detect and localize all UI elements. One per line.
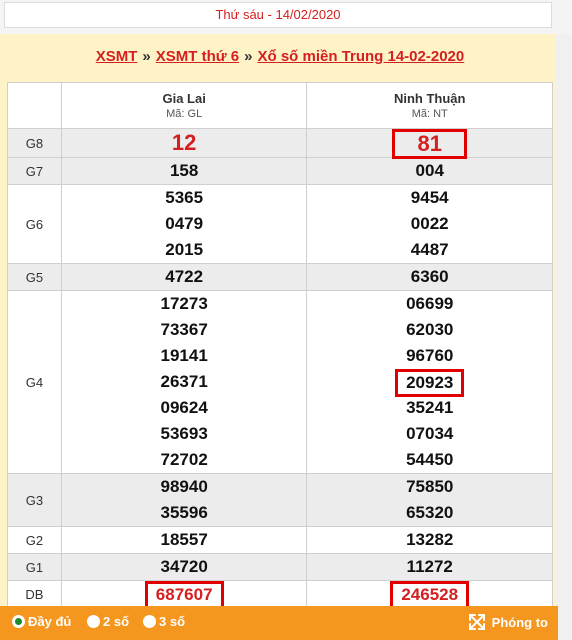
special-prize-number: 246528: [390, 581, 470, 609]
result-number: 73367: [160, 320, 208, 339]
result-number: 65320: [406, 503, 454, 522]
result-number: 4487: [410, 240, 449, 259]
option-label: 3 số: [159, 614, 186, 629]
province-header-gialai: Gia Lai Mã: GL: [60, 82, 308, 129]
radio-icon: [143, 615, 156, 628]
prize-label: G1: [7, 553, 62, 581]
table-header-row: Gia Lai Mã: GL Ninh Thuận Mã: NT: [7, 82, 553, 129]
draw-date: Thứ sáu - 14/02/2020: [4, 2, 552, 28]
result-number: 12: [171, 130, 197, 155]
prize-row-g6: G6 5365 0479 2015 9454 0022 4487: [7, 184, 553, 264]
prize-label: G6: [7, 184, 62, 264]
prize-row-g1: G1 34720 11272: [7, 553, 553, 581]
expand-icon: [468, 614, 485, 630]
option-label: Đầy đủ: [28, 614, 72, 629]
result-number: 19141: [160, 346, 208, 365]
result-number: 62030: [406, 320, 454, 339]
result-number: 4722: [165, 267, 204, 286]
option-full-radio[interactable]: Đầy đủ: [12, 614, 71, 629]
result-number: 98940: [160, 477, 208, 496]
result-number: 158: [169, 161, 199, 180]
prize-label: G8: [7, 128, 62, 158]
result-number: 0022: [410, 214, 449, 233]
prize-row-db: DB 687607 246528: [7, 580, 553, 609]
option-2digit-radio[interactable]: 2 số: [87, 614, 129, 629]
result-number: 6360: [410, 267, 449, 286]
result-number: 5365: [165, 188, 204, 207]
province-header-ninhthuan: Ninh Thuận Mã: NT: [306, 82, 553, 129]
breadcrumb-xsmt-friday-link[interactable]: XSMT thứ 6: [156, 48, 239, 65]
result-number: 75850: [406, 477, 454, 496]
radio-icon: [87, 615, 100, 628]
display-options-bar: Đầy đủ 2 số 3 số Phóng to: [0, 606, 558, 640]
highlighted-result-number: 20923: [395, 369, 465, 397]
prize-row-g8: G8 12 81: [7, 128, 553, 159]
result-number: 09624: [160, 398, 208, 417]
zoom-button[interactable]: Phóng to: [468, 613, 548, 631]
result-number: 9454: [410, 188, 449, 207]
breadcrumb-separator: »: [244, 48, 253, 65]
province-code: Mã: NT: [411, 108, 448, 120]
result-number: 0479: [165, 214, 204, 233]
province-code: Mã: GL: [166, 108, 203, 120]
result-number: 34720: [160, 557, 208, 576]
prize-label: G7: [7, 157, 62, 185]
result-number: 35241: [406, 398, 454, 417]
result-number: 18557: [160, 530, 208, 549]
result-number: 17273: [160, 294, 208, 313]
result-number: 004: [415, 161, 444, 180]
prize-label: G2: [7, 526, 62, 554]
result-number: 35596: [160, 503, 208, 522]
prize-label: G4: [7, 290, 62, 474]
result-number: 96760: [406, 346, 454, 365]
prize-row-g5: G5 4722 6360: [7, 263, 553, 291]
result-number: 53693: [160, 424, 208, 443]
breadcrumb: XSMT» XSMT thứ 6» Xổ số miền Trung 14-02-2…: [4, 40, 556, 76]
breadcrumb-date-link[interactable]: Xổ số miền Trung 14-02-2020: [257, 48, 464, 65]
page-scroll-gutter: [556, 34, 572, 640]
zoom-label: Phóng to: [491, 614, 548, 630]
prize-row-g2: G2 18557 13282: [7, 526, 553, 554]
highlighted-result-number: 81: [392, 129, 467, 159]
result-number: 06699: [406, 294, 454, 313]
result-number: 72702: [160, 450, 208, 469]
result-number: 07034: [406, 424, 454, 443]
result-number: 2015: [165, 240, 204, 259]
results-table: Gia Lai Mã: GL Ninh Thuận Mã: NT G8 12 8…: [7, 82, 553, 609]
breadcrumb-xsmt-link[interactable]: XSMT: [96, 48, 138, 65]
prize-row-g3: G3 98940 35596 75850 65320: [7, 473, 553, 527]
breadcrumb-separator: »: [142, 48, 151, 65]
result-number: 11272: [406, 557, 453, 576]
prize-label: DB: [7, 580, 62, 608]
prize-label: G5: [7, 263, 62, 291]
radio-checked-icon: [12, 615, 25, 628]
result-number: 54450: [406, 450, 454, 469]
prize-row-g4: G4 17273 73367 19141 26371 09624 53693 7…: [7, 290, 553, 474]
prize-header-cell: [7, 82, 62, 129]
prize-row-g7: G7 158 004: [7, 157, 553, 185]
result-number: 13282: [406, 530, 454, 549]
special-prize-number: 687607: [144, 581, 224, 609]
option-3digit-radio[interactable]: 3 số: [143, 614, 185, 629]
province-name: Gia Lai: [162, 91, 206, 106]
date-bar: Thứ sáu - 14/02/2020: [0, 0, 572, 34]
province-name: Ninh Thuận: [393, 91, 466, 106]
result-number: 26371: [160, 372, 208, 391]
prize-label: G3: [7, 473, 62, 527]
option-label: 2 số: [103, 614, 130, 629]
